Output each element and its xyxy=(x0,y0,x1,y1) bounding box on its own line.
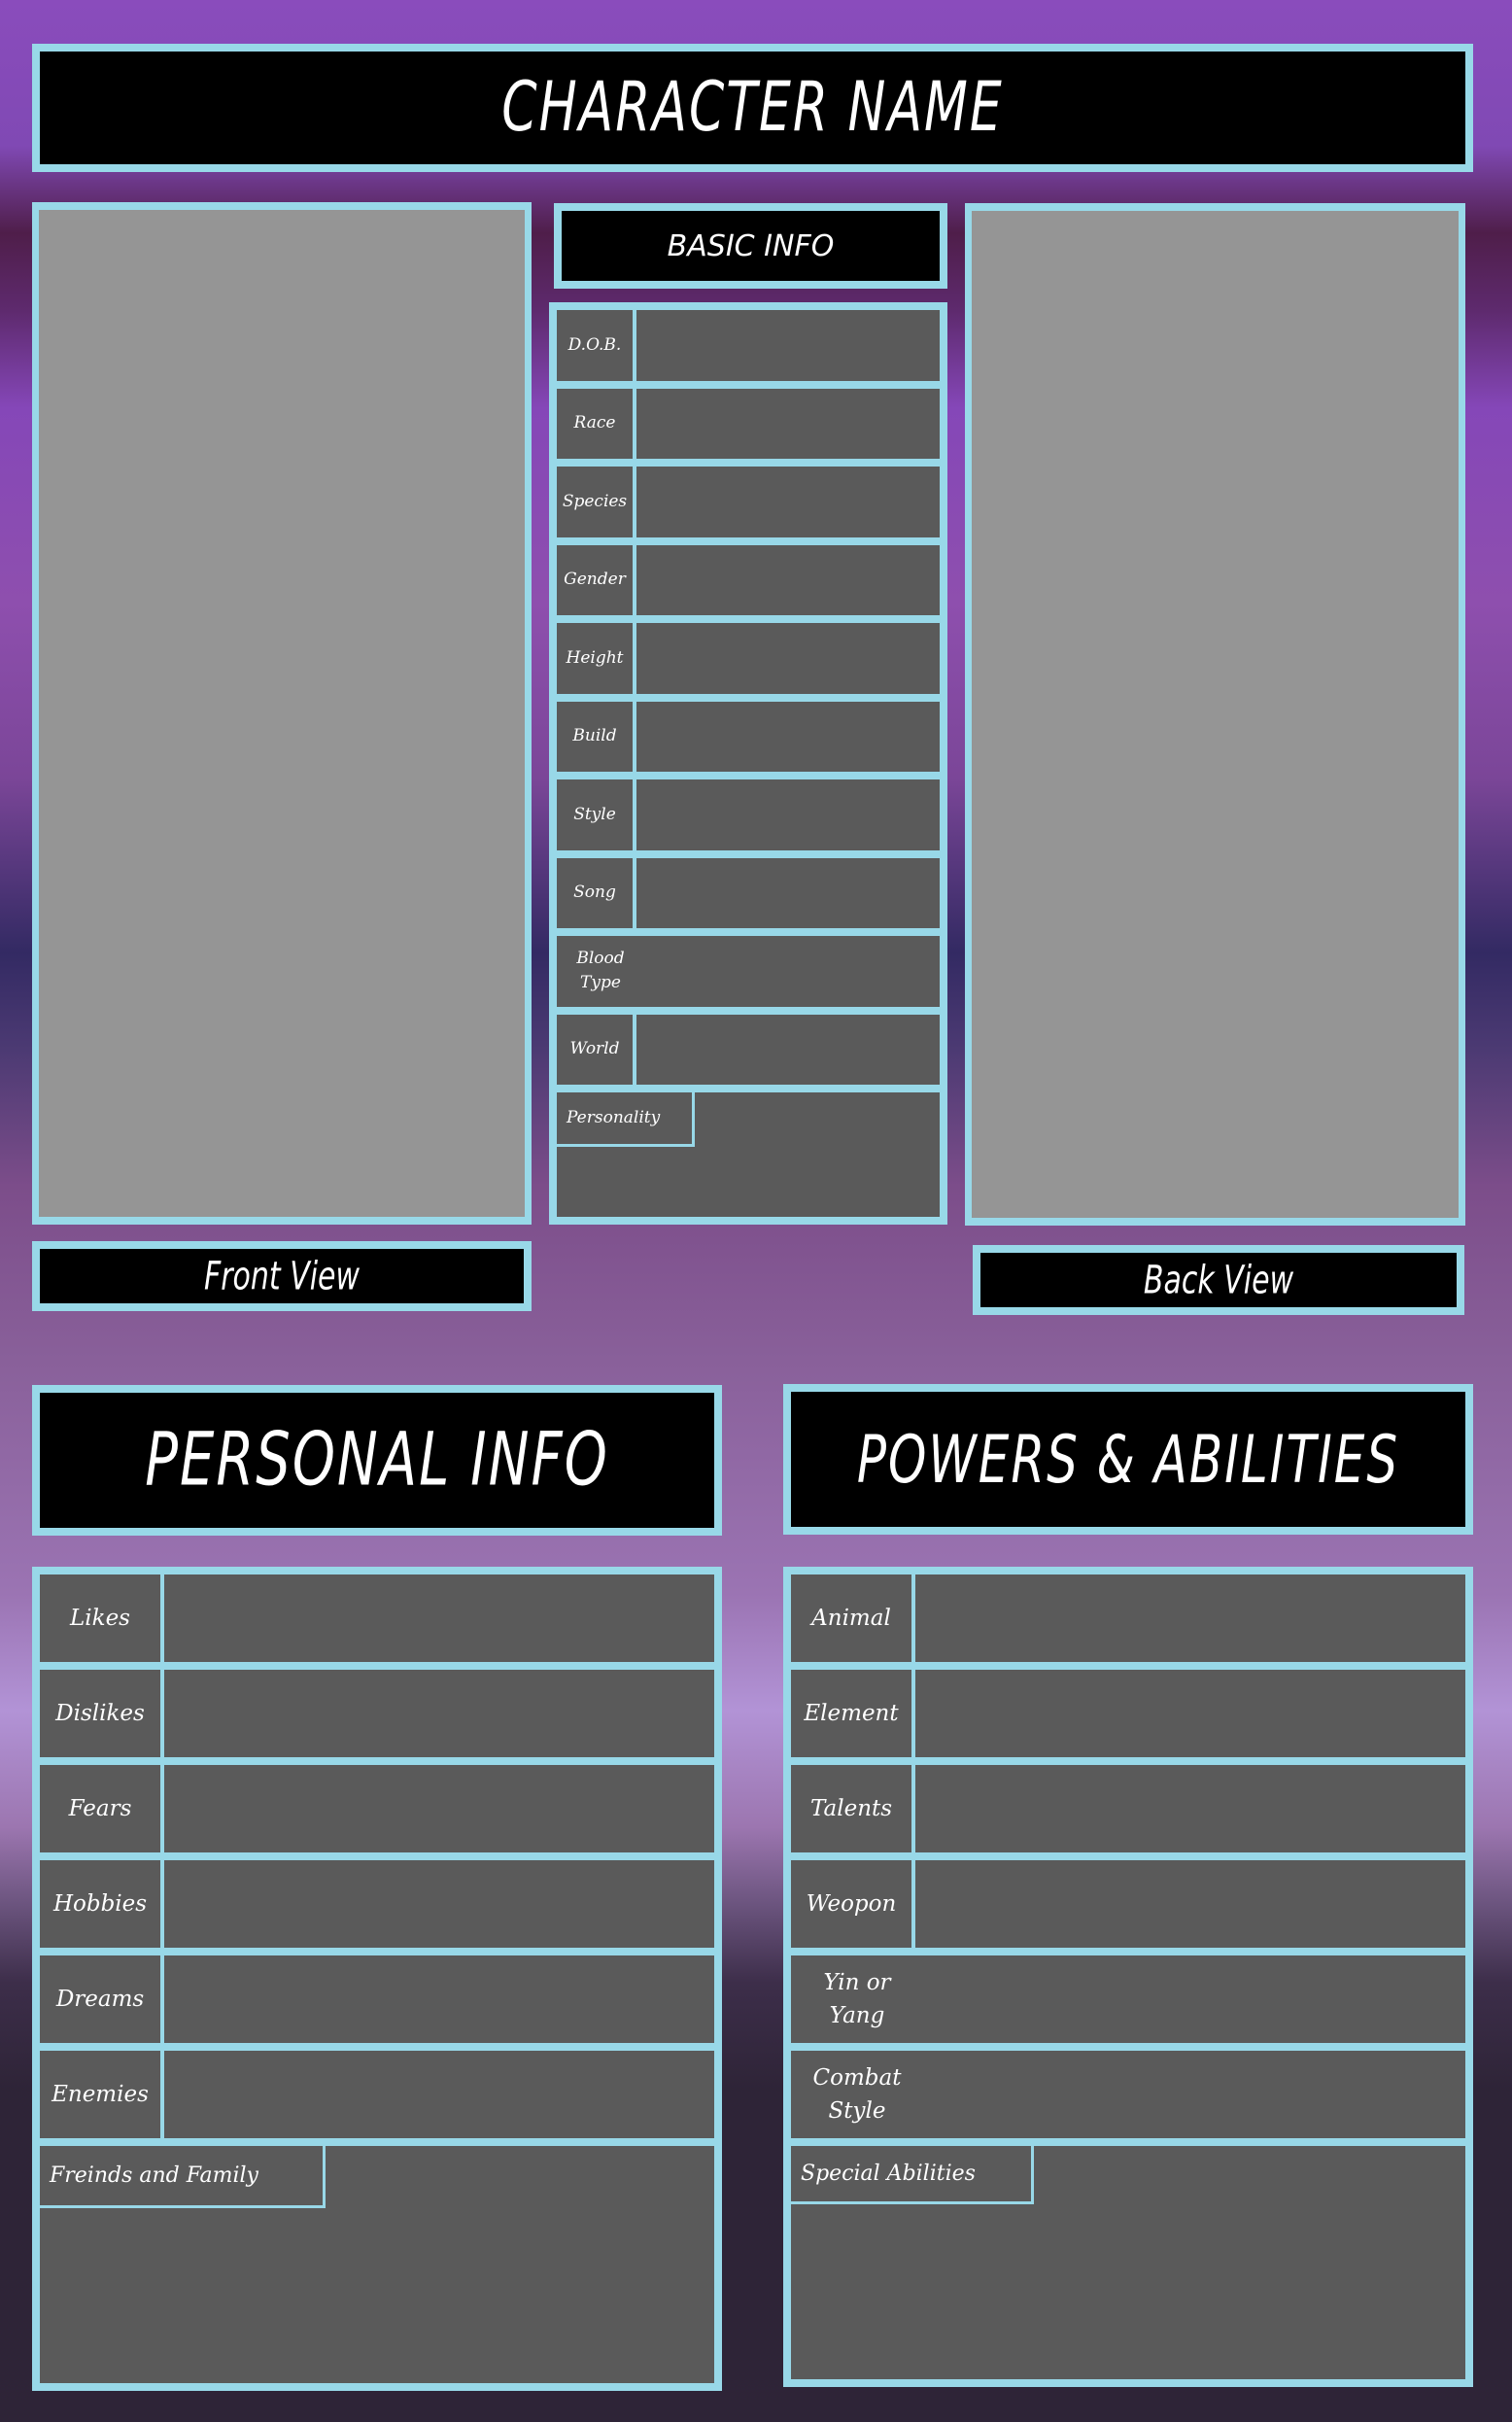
powers-row-combat-style: Combat Style xyxy=(783,2051,1473,2138)
basic-value-song[interactable] xyxy=(636,857,940,928)
powers-row-animal: Animal xyxy=(783,1574,1473,1662)
basic-row-build: Build xyxy=(549,701,947,772)
back-view-frame xyxy=(965,203,1465,1226)
personal-value-hobbies[interactable] xyxy=(164,1860,714,1948)
basic-label-style: Style xyxy=(557,779,633,850)
personal-label-fears: Fears xyxy=(40,1765,160,1852)
basic-value-gender[interactable] xyxy=(636,544,940,615)
powers-row-talents: Talents xyxy=(783,1765,1473,1852)
basic-row-gender: Gender xyxy=(549,544,947,615)
personal-value-dislikes[interactable] xyxy=(164,1670,714,1757)
personal-row-hobbies: Hobbies xyxy=(32,1860,722,1948)
basic-label-song: Song xyxy=(557,857,633,928)
character-name-title[interactable]: CHARACTER NAME xyxy=(501,69,1003,148)
personal-row-fears: Fears xyxy=(32,1765,722,1852)
powers-value-weopon[interactable] xyxy=(915,1860,1465,1948)
basic-label-blood-type: Blood Type xyxy=(557,936,644,1007)
character-name-banner: CHARACTER NAME xyxy=(32,44,1473,172)
basic-row-world: World xyxy=(549,1014,947,1085)
basic-row-race: Race xyxy=(549,388,947,459)
personal-row-dislikes: Dislikes xyxy=(32,1670,722,1757)
personal-row-dreams: Dreams xyxy=(32,1955,722,2043)
powers-special-abilities-label: Special Abilities xyxy=(791,2146,1034,2204)
powers-label-yin-or-yang: Yin or Yang xyxy=(791,1955,923,2043)
powers-value-combat-style[interactable] xyxy=(915,2051,1465,2138)
basic-value-species[interactable] xyxy=(636,467,940,537)
basic-value-world[interactable] xyxy=(636,1014,940,1085)
powers-label-element: Element xyxy=(791,1670,911,1757)
basic-row-d-o-b: D.O.B. xyxy=(549,310,947,381)
back-view-image-placeholder[interactable] xyxy=(972,211,1459,1218)
basic-row-blood-type: Blood Type xyxy=(549,936,947,1007)
basic-value-race[interactable] xyxy=(636,388,940,459)
powers-label-animal: Animal xyxy=(791,1574,911,1662)
basic-info-header: BASIC INFO xyxy=(554,203,947,289)
powers-value-yin-or-yang[interactable] xyxy=(915,1955,1465,2043)
basic-row-song: Song xyxy=(549,857,947,928)
personal-info-header: PERSONAL INFO xyxy=(32,1385,722,1536)
basic-value-build[interactable] xyxy=(636,701,940,772)
personal-info-title: PERSONAL INFO xyxy=(145,1417,609,1504)
basic-label-gender: Gender xyxy=(557,544,633,615)
front-view-frame xyxy=(32,202,532,1225)
personal-row-enemies: Enemies xyxy=(32,2051,722,2138)
powers-row-yin-or-yang: Yin or Yang xyxy=(783,1955,1473,2043)
basic-label-world: World xyxy=(557,1014,633,1085)
personal-value-likes[interactable] xyxy=(164,1574,714,1662)
personal-label-likes: Likes xyxy=(40,1574,160,1662)
basic-label-build: Build xyxy=(557,701,633,772)
personal-value-enemies[interactable] xyxy=(164,2051,714,2138)
personal-info-table: Likes Dislikes Fears Hobbies Dreams Enemies Fr… xyxy=(32,1567,722,2391)
powers-label-combat-style: Combat Style xyxy=(791,2051,923,2138)
front-view-image-placeholder[interactable] xyxy=(39,210,525,1217)
basic-value-blood-type[interactable] xyxy=(636,936,940,1007)
powers-label-weopon: Weopon xyxy=(791,1860,911,1948)
basic-personality-label: Personality xyxy=(557,1092,695,1147)
front-view-caption: Front View xyxy=(32,1241,532,1311)
basic-row-species: Species xyxy=(549,467,947,537)
powers-abilities-title: POWERS & ABILITIES xyxy=(856,1421,1400,1498)
basic-info-title: BASIC INFO xyxy=(667,228,835,263)
powers-label-talents: Talents xyxy=(791,1765,911,1852)
personal-label-dislikes: Dislikes xyxy=(40,1670,160,1757)
basic-label-race: Race xyxy=(557,388,633,459)
personal-row-likes: Likes xyxy=(32,1574,722,1662)
basic-label-height: Height xyxy=(557,623,633,694)
powers-value-talents[interactable] xyxy=(915,1765,1465,1852)
personal-label-dreams: Dreams xyxy=(40,1955,160,2043)
back-view-caption: Back View xyxy=(973,1245,1464,1315)
powers-row-element: Element xyxy=(783,1670,1473,1757)
powers-value-animal[interactable] xyxy=(915,1574,1465,1662)
personal-label-enemies: Enemies xyxy=(40,2051,160,2138)
basic-value-d-o-b[interactable] xyxy=(636,310,940,381)
basic-value-style[interactable] xyxy=(636,779,940,850)
powers-abilities-header: POWERS & ABILITIES xyxy=(783,1384,1473,1535)
powers-row-weopon: Weopon xyxy=(783,1860,1473,1948)
basic-label-species: Species xyxy=(557,467,633,537)
personal-value-dreams[interactable] xyxy=(164,1955,714,2043)
basic-row-height: Height xyxy=(549,623,947,694)
powers-value-element[interactable] xyxy=(915,1670,1465,1757)
front-view-label: Front View xyxy=(203,1253,361,1299)
back-view-label: Back View xyxy=(1143,1257,1294,1303)
personal-value-fears[interactable] xyxy=(164,1765,714,1852)
basic-info-table: D.O.B. Race Species Gender Height Build Style S… xyxy=(549,302,947,1225)
powers-abilities-table: Animal Element Talents Weopon Yin or Yang Com… xyxy=(783,1567,1473,2387)
personal-friends-family-label: Freinds and Family xyxy=(40,2146,326,2208)
personal-label-hobbies: Hobbies xyxy=(40,1860,160,1948)
basic-value-height[interactable] xyxy=(636,623,940,694)
basic-label-d-o-b: D.O.B. xyxy=(557,310,633,381)
basic-row-style: Style xyxy=(549,779,947,850)
